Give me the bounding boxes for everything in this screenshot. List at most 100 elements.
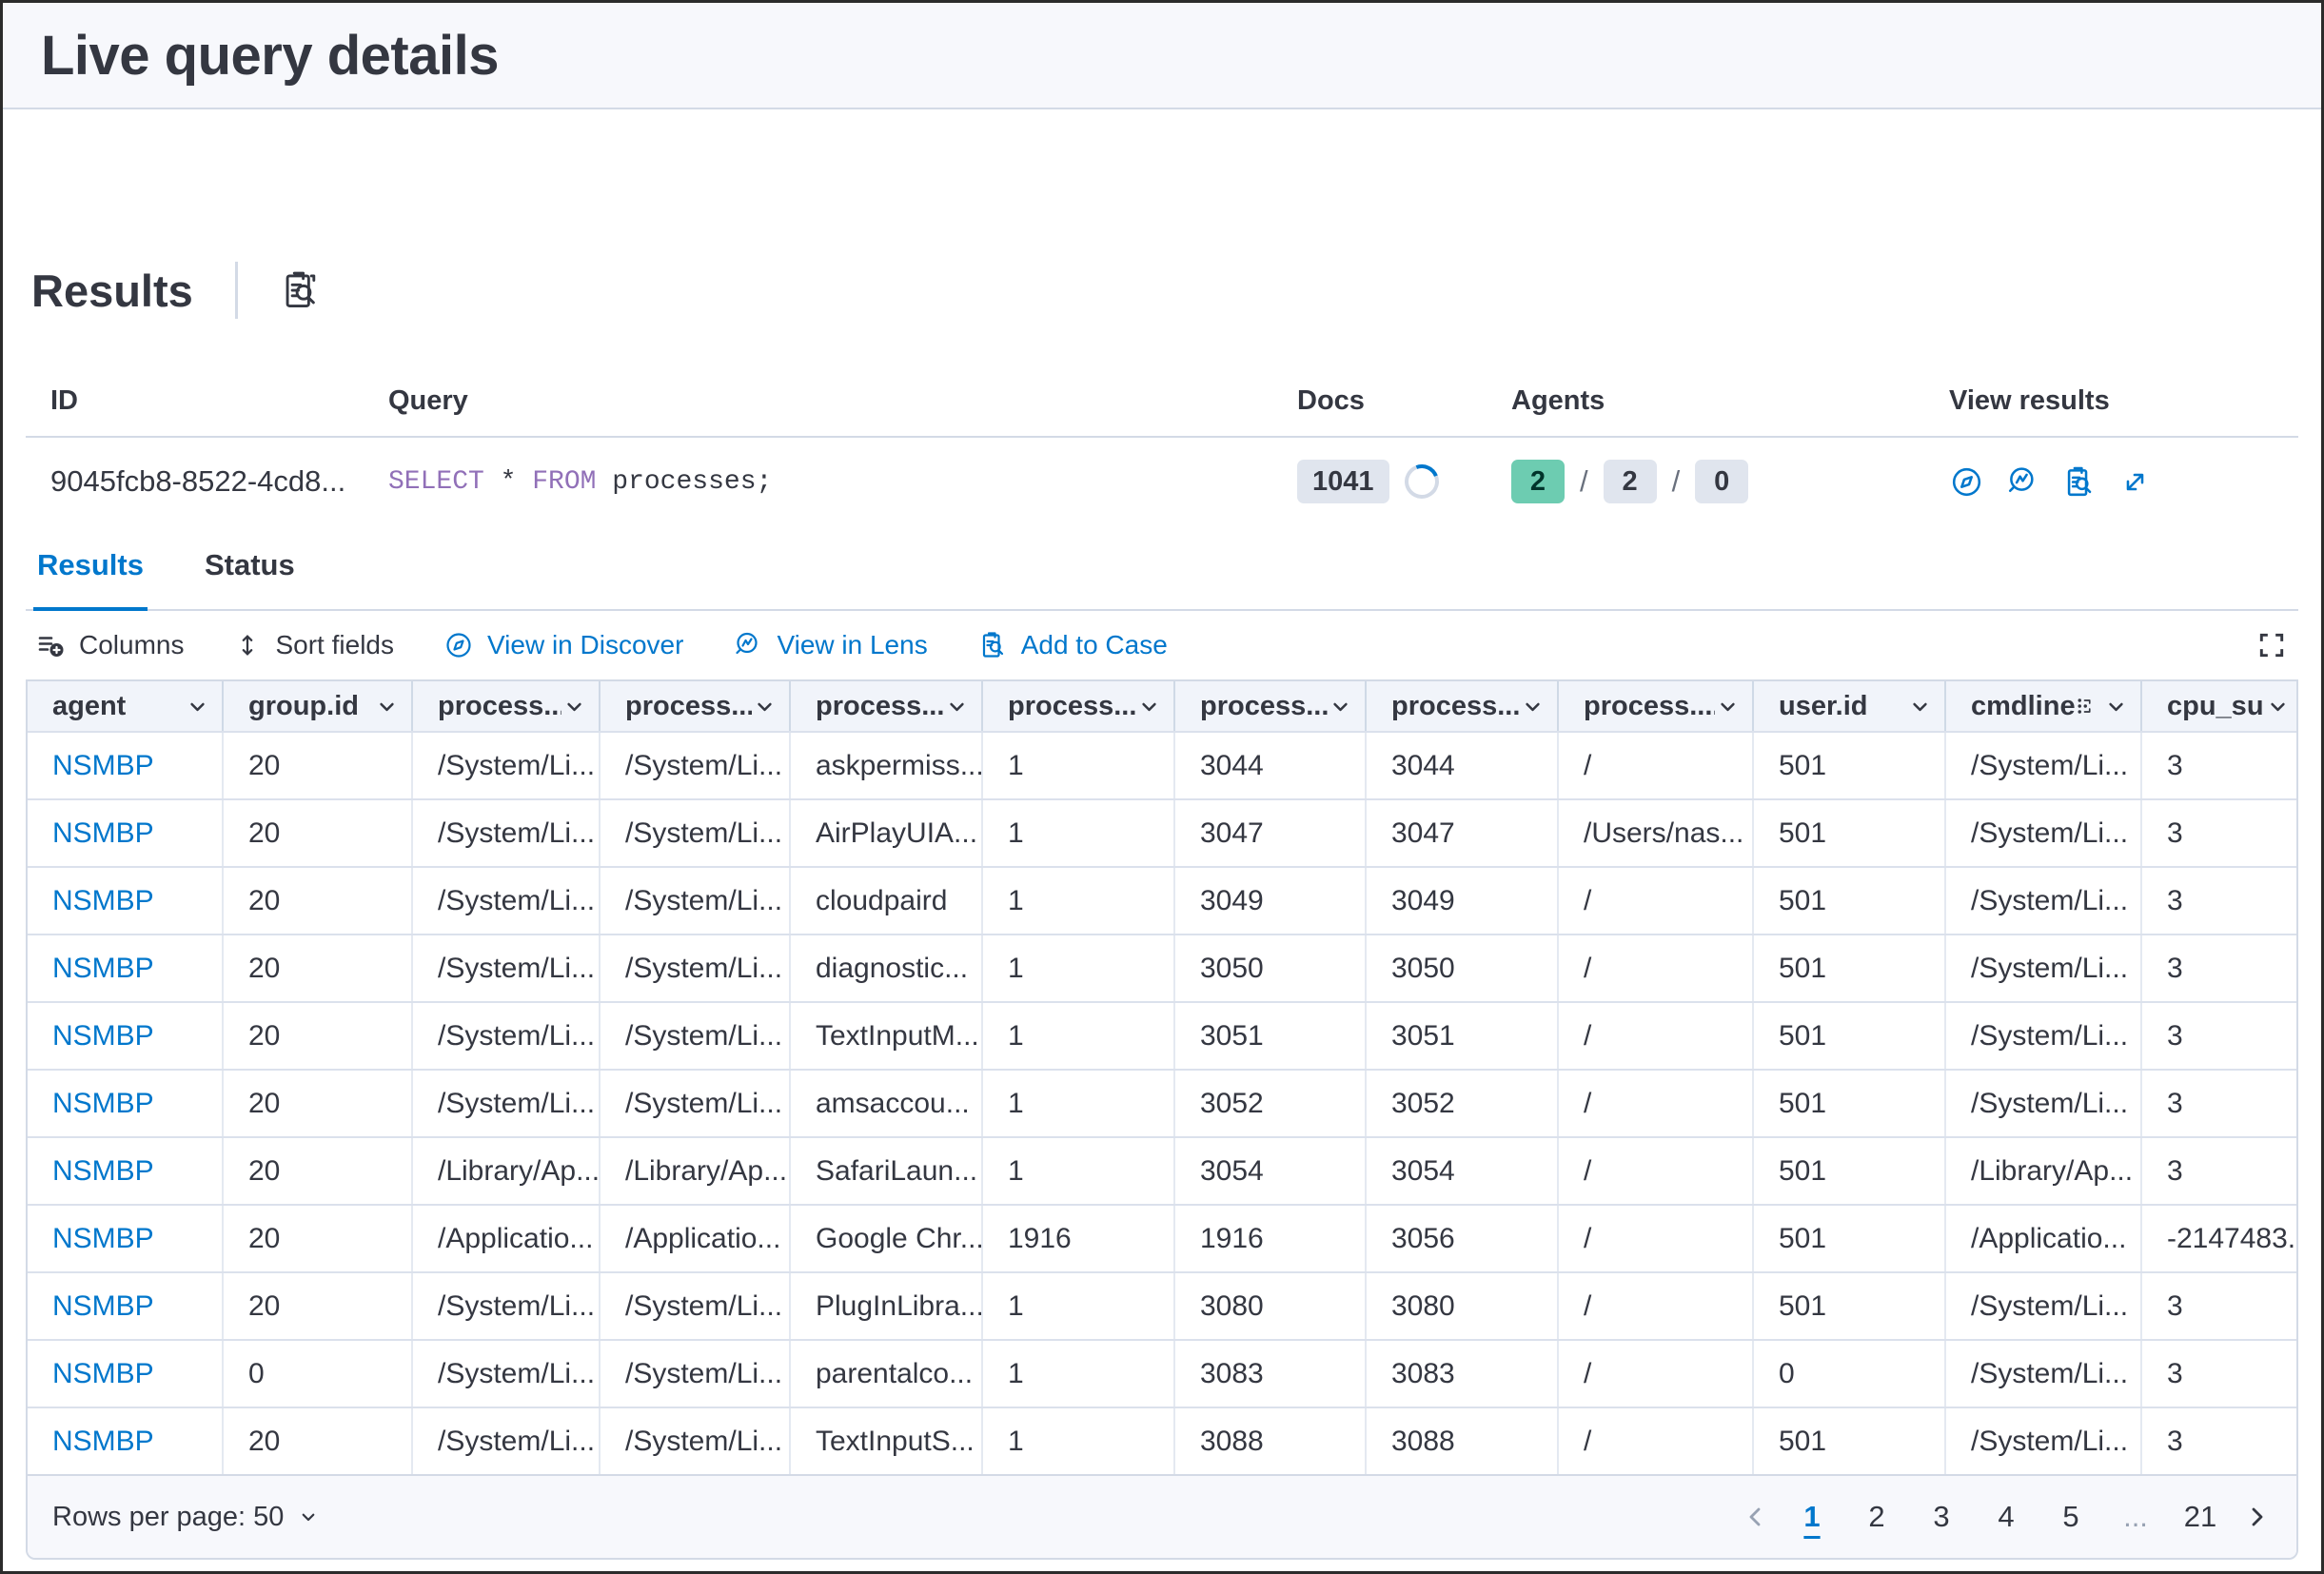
- column-header-agent-0[interactable]: agent: [28, 681, 224, 731]
- column-header-process-4[interactable]: process....: [791, 681, 983, 731]
- grid-cell: 501: [1754, 868, 1946, 934]
- grid-cell: 1: [983, 1138, 1175, 1204]
- grid-cell: 3: [2142, 1341, 2298, 1407]
- rows-per-page-select[interactable]: Rows per page: 50: [52, 1502, 320, 1533]
- table-row: NSMBP20/System/Li.../System/Li...TextInp…: [28, 1407, 2296, 1474]
- page-3-button[interactable]: 3: [1918, 1490, 1965, 1544]
- grid-cell: 1: [983, 1341, 1175, 1407]
- case-clipboard-icon: [977, 630, 1008, 660]
- add-to-case-button[interactable]: Add to Case: [977, 630, 1168, 660]
- add-to-case-label: Add to Case: [1021, 630, 1168, 660]
- page-1-button[interactable]: 1: [1788, 1490, 1836, 1544]
- chevron-down-icon[interactable]: [374, 694, 400, 719]
- pagination-ellipsis: ...: [2112, 1490, 2159, 1544]
- agent-link[interactable]: NSMBP: [52, 1155, 154, 1188]
- agent-link[interactable]: NSMBP: [52, 885, 154, 917]
- grid-cell: /Users/nas...: [1559, 800, 1754, 866]
- chevron-down-icon[interactable]: [1907, 694, 1933, 719]
- inspect-button[interactable]: [278, 268, 322, 312]
- column-header-process-7[interactable]: process....: [1367, 681, 1559, 731]
- grid-cell: /: [1559, 733, 1754, 798]
- column-label: process....: [1391, 691, 1520, 722]
- page-2-button[interactable]: 2: [1853, 1490, 1901, 1544]
- column-header-process-6[interactable]: process....: [1175, 681, 1367, 731]
- chevron-down-icon[interactable]: [1520, 694, 1546, 719]
- next-page-button[interactable]: [2241, 1502, 2272, 1532]
- details-clipboard-icon: [2061, 464, 2097, 500]
- agent-link[interactable]: NSMBP: [52, 1223, 154, 1255]
- chevron-down-icon[interactable]: [1136, 694, 1162, 719]
- chevron-down-icon[interactable]: [1328, 694, 1353, 719]
- summary-header-query: Query: [364, 385, 1272, 417]
- column-header-cpu_sub-11[interactable]: cpu_sub...: [2142, 681, 2298, 731]
- chevron-down-icon: [297, 1505, 320, 1528]
- pagination-pages: 12345... 21: [1741, 1490, 2272, 1544]
- page-number-list: 12345... 21: [1788, 1490, 2224, 1544]
- view-in-lens-button[interactable]: [2005, 464, 2040, 500]
- fullscreen-button[interactable]: [2255, 628, 2289, 662]
- agent-link[interactable]: NSMBP: [52, 953, 154, 985]
- tab-results[interactable]: Results: [33, 535, 148, 611]
- column-header-process-8[interactable]: process....: [1559, 681, 1754, 731]
- grid-cell: /System/Li...: [601, 1003, 791, 1069]
- agents-failed-badge: 0: [1695, 460, 1748, 503]
- grid-cell: 501: [1754, 1138, 1946, 1204]
- grid-cell: /System/Li...: [601, 1273, 791, 1339]
- expand-button[interactable]: [2117, 464, 2153, 500]
- column-header-process-5[interactable]: process....: [983, 681, 1175, 731]
- grid-cell: NSMBP: [28, 1003, 224, 1069]
- page-5-button[interactable]: 5: [2047, 1490, 2095, 1544]
- view-in-lens-toolbar-button[interactable]: View in Lens: [733, 630, 927, 660]
- previous-page-button[interactable]: [1741, 1502, 1771, 1532]
- agent-link[interactable]: NSMBP: [52, 817, 154, 850]
- grid-cell: /Library/Ap...: [1946, 1138, 2142, 1204]
- summary-header-id: ID: [26, 385, 364, 417]
- results-heading: Results: [31, 265, 193, 317]
- grid-cell: 3088: [1175, 1408, 1367, 1474]
- chevron-down-icon[interactable]: [1715, 694, 1741, 719]
- column-header-process-3[interactable]: process....: [601, 681, 791, 731]
- sort-fields-button[interactable]: Sort fields: [233, 630, 394, 660]
- grid-cell: /System/Li...: [1946, 1408, 2142, 1474]
- page-4-button[interactable]: 4: [1982, 1490, 2030, 1544]
- agent-link[interactable]: NSMBP: [52, 1426, 154, 1458]
- agent-link[interactable]: NSMBP: [52, 1290, 154, 1323]
- column-header-groupid-1[interactable]: group.id: [224, 681, 413, 731]
- grid-cell: Google Chr...: [791, 1206, 983, 1271]
- chevron-down-icon[interactable]: [752, 694, 778, 719]
- agent-link[interactable]: NSMBP: [52, 1088, 154, 1120]
- grid-cell: /: [1559, 1341, 1754, 1407]
- column-header-process-2[interactable]: process....: [413, 681, 601, 731]
- grid-cell: /Library/Ap...: [413, 1138, 601, 1204]
- chevron-down-icon[interactable]: [2265, 694, 2291, 719]
- chevron-down-icon[interactable]: [185, 694, 210, 719]
- chevron-down-icon[interactable]: [944, 694, 970, 719]
- docs-cell: 1041: [1272, 460, 1487, 503]
- grid-cell: 20: [224, 868, 413, 934]
- chevron-down-icon[interactable]: [2103, 694, 2129, 719]
- grid-cell: /System/Li...: [1946, 1341, 2142, 1407]
- column-header-userid-9[interactable]: user.id: [1754, 681, 1946, 731]
- column-header-icons: [1520, 694, 1546, 719]
- chevron-down-icon[interactable]: [561, 694, 587, 719]
- grid-cell: 0: [1754, 1341, 1946, 1407]
- query-id-cell: 9045fcb8-8522-4cd8...: [26, 464, 364, 499]
- column-header-cmdline-10[interactable]: cmdline: [1946, 681, 2142, 731]
- agent-link[interactable]: NSMBP: [52, 750, 154, 782]
- view-in-discover-toolbar-button[interactable]: View in Discover: [443, 630, 683, 660]
- columns-button[interactable]: Columns: [35, 630, 184, 660]
- chevron-right-icon: [2241, 1502, 2272, 1532]
- column-label: process....: [816, 691, 944, 722]
- view-details-button[interactable]: [2061, 464, 2097, 500]
- agent-link[interactable]: NSMBP: [52, 1358, 154, 1390]
- tab-status[interactable]: Status: [201, 535, 299, 611]
- grid-cell: 20: [224, 1273, 413, 1339]
- view-in-discover-button[interactable]: [1949, 464, 1984, 500]
- table-row: NSMBP20/System/Li.../System/Li...TextInp…: [28, 1001, 2296, 1069]
- grid-cell: /System/Li...: [601, 868, 791, 934]
- page-21-button[interactable]: 21: [2176, 1490, 2224, 1544]
- grid-cell: 501: [1754, 935, 1946, 1001]
- grid-cell: NSMBP: [28, 935, 224, 1001]
- agent-link[interactable]: NSMBP: [52, 1020, 154, 1053]
- grid-cell: /: [1559, 1003, 1754, 1069]
